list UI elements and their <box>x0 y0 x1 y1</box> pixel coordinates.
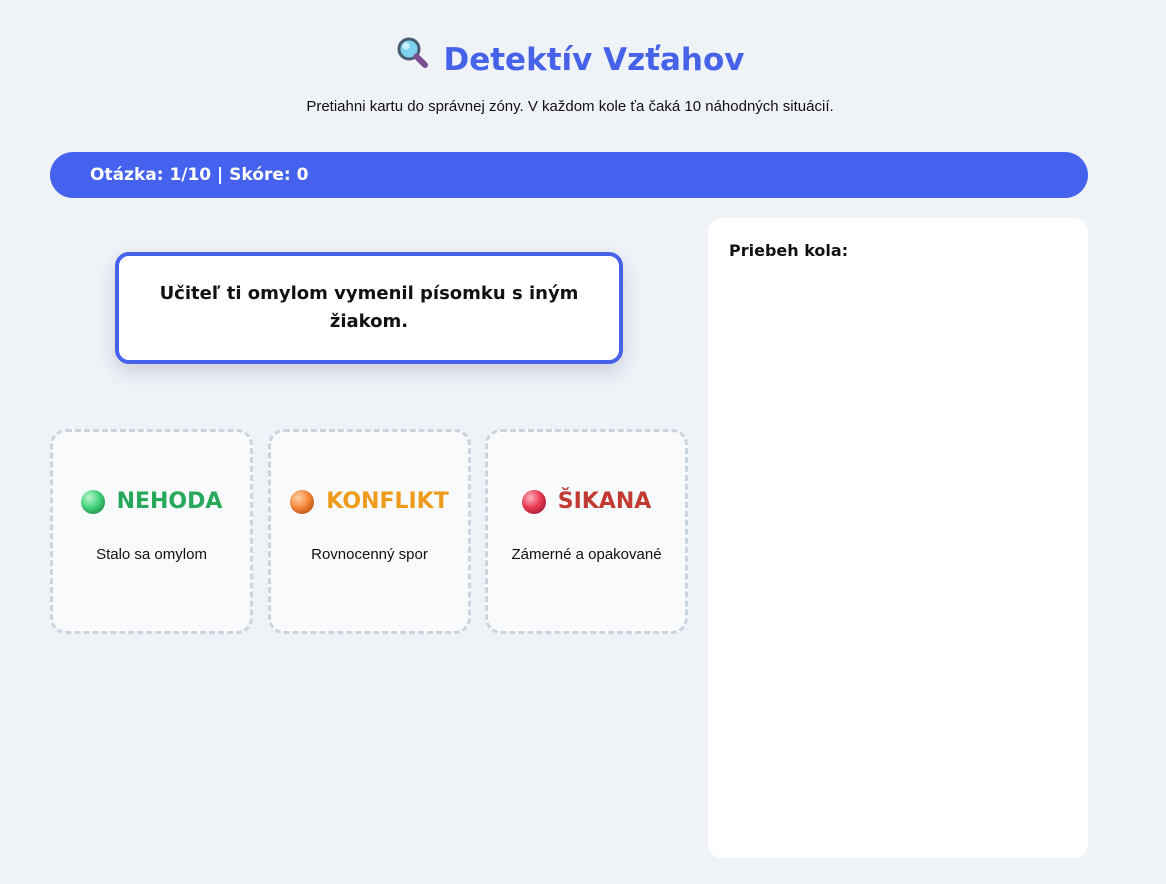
zone-description: Stalo sa omylom <box>96 546 207 563</box>
status-text: Otázka: 1/10 | Skóre: 0 <box>90 165 309 185</box>
progress-list <box>729 274 1067 838</box>
status-bar: Otázka: 1/10 | Skóre: 0 <box>50 152 1088 198</box>
zone-title: KONFLIKT <box>326 489 449 514</box>
instructions-text: Pretiahni kartu do správnej zóny. V každ… <box>306 98 834 115</box>
zone-title: ŠIKANA <box>557 489 652 514</box>
progress-title: Priebeh kola: <box>729 241 849 260</box>
zone-header: KONFLIKT <box>271 486 468 518</box>
zone-header: ŠIKANA <box>488 486 685 518</box>
zone-description: Rovnocenný spor <box>311 546 428 563</box>
page-title-text: Detektív Vzťahov <box>443 42 745 78</box>
page-title: Detektív Vzťahov <box>0 35 1140 85</box>
red-circle-icon <box>521 490 546 514</box>
drop-zone-nehoda[interactable]: NEHODA Stalo sa omylom <box>50 429 253 634</box>
zone-title: NEHODA <box>116 489 223 514</box>
zone-header: NEHODA <box>53 486 250 518</box>
zone-description: Zámerné a opakované <box>511 546 662 563</box>
magnifying-glass-icon <box>395 35 429 81</box>
orange-circle-icon <box>290 490 315 514</box>
green-circle-icon <box>80 490 105 514</box>
drop-zone-konflikt[interactable]: KONFLIKT Rovnocenný spor <box>268 429 471 634</box>
drop-zone-sikana[interactable]: ŠIKANA Zámerné a opakované <box>485 429 688 634</box>
situation-card-text: Učiteľ ti omylom vymenil písomku s iným … <box>159 283 579 332</box>
situation-card[interactable]: Učiteľ ti omylom vymenil písomku s iným … <box>115 252 623 364</box>
round-progress-panel: Priebeh kola: <box>708 218 1088 858</box>
